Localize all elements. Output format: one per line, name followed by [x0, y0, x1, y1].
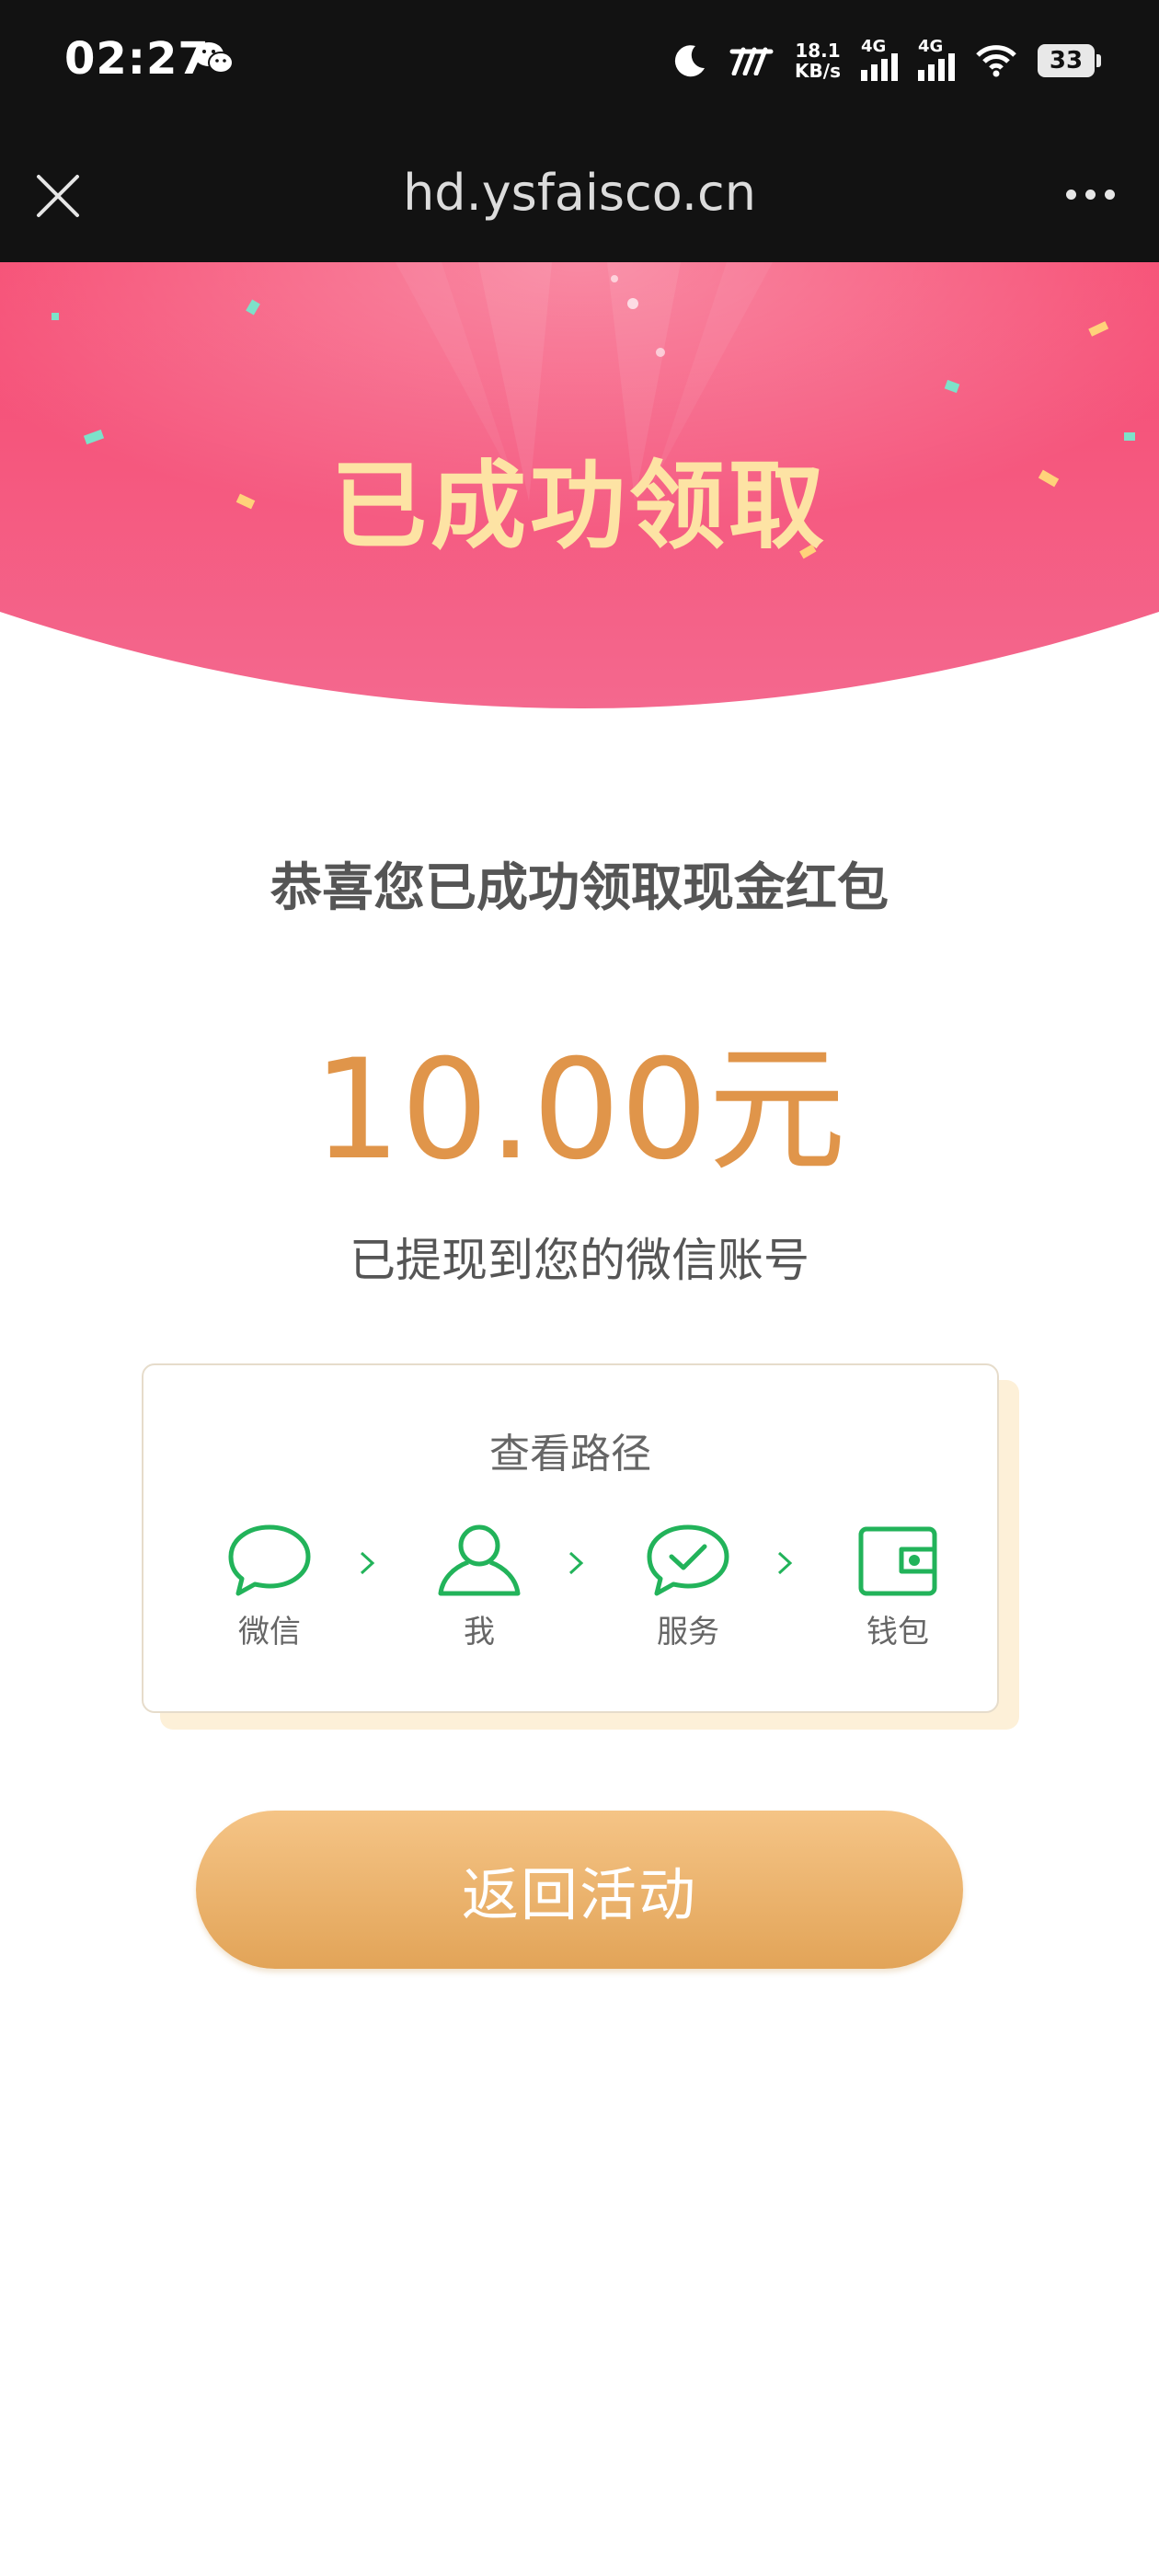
signal-1-icon: 4G [861, 37, 898, 81]
chat-bubble-icon [228, 1524, 311, 1596]
return-to-activity-button[interactable]: 返回活动 [196, 1811, 963, 1969]
path-step-wallet: 钱包 [833, 1522, 962, 1651]
chevron-right-icon [360, 1551, 375, 1575]
chevron-right-icon [777, 1551, 793, 1575]
more-options-icon[interactable] [1066, 190, 1115, 200]
wifi-icon [976, 45, 1016, 77]
reward-amount: 10.00元 [313, 1030, 846, 1190]
net-speed: 18.1 KB/s [795, 40, 841, 82]
battery-icon: 33 [1038, 44, 1101, 77]
moon-icon [674, 45, 706, 77]
path-card-title: 查看路径 [489, 1431, 651, 1478]
carrier-logo-icon [729, 47, 774, 75]
path-step-wechat: 微信 [205, 1522, 334, 1651]
success-banner: 已成功领取 [0, 262, 1159, 722]
service-check-icon [647, 1524, 729, 1596]
browser-toolbar: hd.ysfaisco.cn [0, 129, 1159, 262]
person-icon [438, 1524, 521, 1596]
chevron-right-icon [568, 1551, 584, 1575]
withdrawn-note: 已提现到您的微信账号 [350, 1234, 809, 1287]
wallet-icon [858, 1526, 937, 1596]
path-step-service: 服务 [624, 1522, 752, 1651]
banner-title: 已成功领取 [330, 450, 828, 562]
status-indicators: 18.1 KB/s 4G 4G 33 [671, 35, 1101, 86]
status-bar: 02:27 18.1 KB/s 4G 4G 33 [0, 0, 1159, 129]
wechat-notification-icon [193, 40, 234, 79]
path-step-me: 我 [415, 1522, 544, 1651]
path-card: 查看路径 微信 我 服务 钱包 [142, 1363, 999, 1713]
status-time: 02:27 [64, 33, 210, 85]
congrats-text: 恭喜您已成功领取现金红包 [270, 858, 889, 918]
page-url: hd.ysfaisco.cn [403, 164, 756, 222]
signal-2-icon: 4G [918, 37, 955, 81]
